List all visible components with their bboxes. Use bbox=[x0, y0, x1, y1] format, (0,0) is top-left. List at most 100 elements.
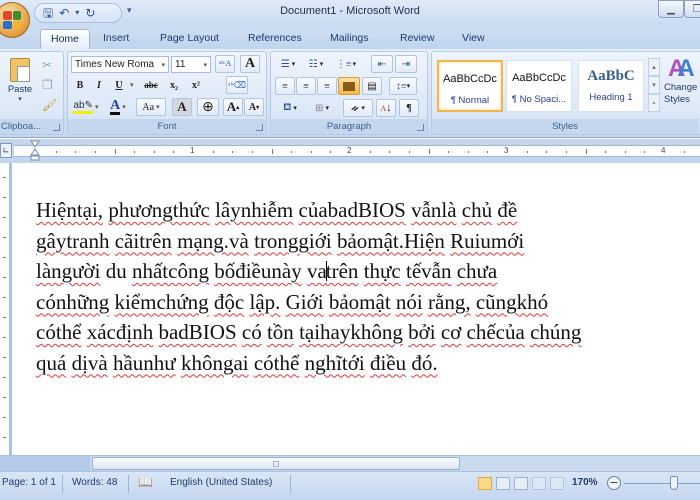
indent-marker-icon[interactable] bbox=[30, 140, 40, 162]
document-page[interactable]: Hiệntại, phươngthức lâynhiễm củabadBIOS … bbox=[15, 163, 700, 455]
misspelled-word[interactable]: bảomật.Hiện bbox=[337, 229, 445, 253]
document-line[interactable]: cónhững kiểmchứng độc lập. Giới bảomật n… bbox=[36, 287, 676, 318]
horizontal-scrollbar[interactable] bbox=[0, 455, 700, 471]
misspelled-word[interactable]: tạihaykhông bbox=[299, 320, 403, 344]
outline-view-button[interactable] bbox=[532, 477, 546, 490]
misspelled-word[interactable]: thực bbox=[364, 259, 401, 283]
misspelled-word[interactable]: cũngkhó bbox=[476, 290, 548, 314]
format-painter-icon[interactable]: 🖌 bbox=[42, 98, 57, 112]
document-line[interactable]: quá dịvà hầunhư khôngai cóthể nghĩtới đi… bbox=[36, 348, 676, 379]
style-heading-1[interactable]: AaBbC Heading 1 bbox=[578, 60, 644, 112]
char-shading-button[interactable]: A bbox=[172, 98, 192, 116]
misspelled-word[interactable]: phươngthức bbox=[108, 198, 210, 222]
decrease-indent-button[interactable]: ⇤ bbox=[371, 55, 393, 73]
misspelled-word[interactable]: gâytranh bbox=[36, 229, 109, 253]
char-border-button[interactable]: A bbox=[240, 55, 260, 73]
tab-selector-button[interactable]: ∟ bbox=[0, 143, 12, 158]
horizontal-scroll-thumb[interactable] bbox=[92, 457, 460, 470]
increase-indent-button[interactable]: ⇥ bbox=[395, 55, 417, 73]
misspelled-word[interactable]: củabadBIOS bbox=[299, 198, 406, 222]
misspelled-word[interactable]: tồn bbox=[267, 320, 294, 344]
full-screen-reading-view-button[interactable] bbox=[496, 477, 510, 490]
document-line[interactable]: gâytranh cãitrên mạng.và tronggiới bảomậ… bbox=[36, 226, 676, 257]
text-effects-button[interactable]: ᵃᵇ⌫ bbox=[226, 76, 248, 94]
misspelled-word[interactable]: hầunhư bbox=[113, 351, 176, 375]
misspelled-word[interactable]: đề bbox=[497, 198, 517, 222]
strikethrough-button[interactable]: abc bbox=[140, 76, 162, 94]
italic-button[interactable]: I bbox=[90, 76, 108, 94]
shading-button[interactable]: ⛾ ▾ bbox=[275, 99, 305, 117]
misspelled-word[interactable]: có bbox=[242, 320, 262, 344]
misspelled-word[interactable]: bảomật bbox=[329, 290, 391, 314]
tab-mailings[interactable]: Mailings bbox=[330, 30, 369, 46]
misspelled-word[interactable]: cóthể bbox=[254, 351, 299, 375]
minimize-button[interactable]: ▁ bbox=[658, 0, 684, 18]
clipboard-launcher[interactable] bbox=[53, 124, 60, 131]
tab-review[interactable]: Review bbox=[400, 30, 434, 46]
misspelled-word[interactable]: khôngai bbox=[181, 351, 249, 375]
styles-more-button[interactable]: ⩡ bbox=[648, 94, 660, 112]
styles-scroll-down-button[interactable]: ▾ bbox=[648, 76, 660, 94]
misspelled-word[interactable]: nghĩtới bbox=[305, 351, 365, 375]
draft-view-button[interactable] bbox=[550, 477, 564, 490]
tab-view[interactable]: View bbox=[462, 30, 485, 46]
zoom-slider-thumb[interactable] bbox=[670, 476, 678, 490]
misspelled-word[interactable]: tếvẫn bbox=[406, 259, 451, 283]
misspelled-word[interactable]: dịvà bbox=[72, 351, 108, 375]
restore-button[interactable]: ❐ bbox=[684, 0, 700, 18]
grow-font-button[interactable]: A ▴ bbox=[223, 98, 243, 116]
highlight-button[interactable]: ab✎ ▾ bbox=[71, 98, 101, 116]
zoom-out-button[interactable]: − bbox=[607, 476, 621, 490]
shrink-font-button[interactable]: A ▾ bbox=[244, 98, 264, 116]
enclose-chars-button[interactable]: ⊕ bbox=[197, 98, 219, 116]
asian-layout-button[interactable]: ᨀ ▾ bbox=[343, 99, 373, 117]
subscript-button[interactable]: x₂ bbox=[164, 76, 184, 94]
styles-scroll-up-button[interactable]: ▴ bbox=[648, 58, 660, 76]
misspelled-word[interactable]: vatrên bbox=[307, 259, 358, 283]
misspelled-word[interactable]: điều bbox=[370, 351, 406, 375]
change-case-button[interactable]: Aa ▾ bbox=[136, 98, 166, 116]
misspelled-word[interactable]: Giới bbox=[286, 290, 324, 314]
paragraph-launcher[interactable] bbox=[417, 124, 424, 131]
misspelled-word[interactable]: cãitrên bbox=[115, 229, 172, 253]
proofing-error-icon[interactable]: 📖 bbox=[138, 475, 153, 489]
misspelled-word[interactable]: chủ bbox=[462, 198, 492, 222]
misspelled-word[interactable]: cóthể bbox=[36, 320, 81, 344]
word[interactable]: du bbox=[106, 259, 127, 283]
misspelled-word[interactable]: cơ bbox=[441, 320, 461, 344]
misspelled-word[interactable]: kiểmchứng bbox=[114, 290, 208, 314]
document-line[interactable]: Hiệntại, phươngthức lâynhiễm củabadBIOS … bbox=[36, 195, 676, 226]
horizontal-ruler[interactable]: 1 2 3 4 bbox=[14, 140, 700, 161]
misspelled-word[interactable]: badBIOS bbox=[158, 320, 236, 344]
misspelled-word[interactable]: mạng.và bbox=[177, 229, 249, 253]
multilevel-list-button[interactable]: ⋮≡ ▾ bbox=[333, 55, 359, 73]
misspelled-word[interactable]: Hiệntại, bbox=[36, 198, 103, 222]
font-color-button[interactable]: A ▾ bbox=[104, 98, 132, 116]
misspelled-word[interactable]: lập. bbox=[249, 290, 280, 314]
misspelled-word[interactable]: vẫnlà bbox=[411, 198, 456, 222]
misspelled-word[interactable]: rằng, bbox=[428, 290, 471, 314]
misspelled-word[interactable]: đó. bbox=[411, 351, 437, 375]
misspelled-word[interactable]: xácđịnh bbox=[87, 320, 153, 344]
cut-icon[interactable]: ✂ bbox=[42, 58, 52, 72]
misspelled-word[interactable]: chưa bbox=[457, 259, 498, 283]
tab-insert[interactable]: Insert bbox=[103, 30, 129, 46]
borders-button[interactable]: ⊞ ▾ bbox=[307, 99, 337, 117]
underline-dropdown-icon[interactable]: ▾ bbox=[130, 81, 134, 89]
misspelled-word[interactable]: độc bbox=[214, 290, 244, 314]
misspelled-word[interactable]: bởi bbox=[408, 320, 435, 344]
misspelled-word[interactable]: Ruiumới bbox=[450, 229, 524, 253]
bold-button[interactable]: B bbox=[71, 76, 89, 94]
justify-button[interactable] bbox=[338, 77, 360, 95]
misspelled-word[interactable]: làngười bbox=[36, 259, 100, 283]
font-launcher[interactable] bbox=[256, 124, 263, 131]
distributed-button[interactable]: ▤ bbox=[362, 77, 382, 95]
superscript-button[interactable]: x² bbox=[186, 76, 206, 94]
zoom-level[interactable]: 170% bbox=[572, 477, 598, 488]
document-body[interactable]: Hiệntại, phươngthức lâynhiễm củabadBIOS … bbox=[36, 195, 676, 378]
font-size-combo[interactable]: 11 ▾ bbox=[171, 56, 211, 73]
document-line[interactable]: làngười du nhấtcông bốđiềunày vatrên thự… bbox=[36, 256, 676, 287]
misspelled-word[interactable]: bốđiềunày bbox=[214, 259, 301, 283]
misspelled-word[interactable]: cónhững bbox=[36, 290, 109, 314]
style-no-spacing[interactable]: AaBbCcDc ¶ No Spaci... bbox=[506, 60, 572, 112]
